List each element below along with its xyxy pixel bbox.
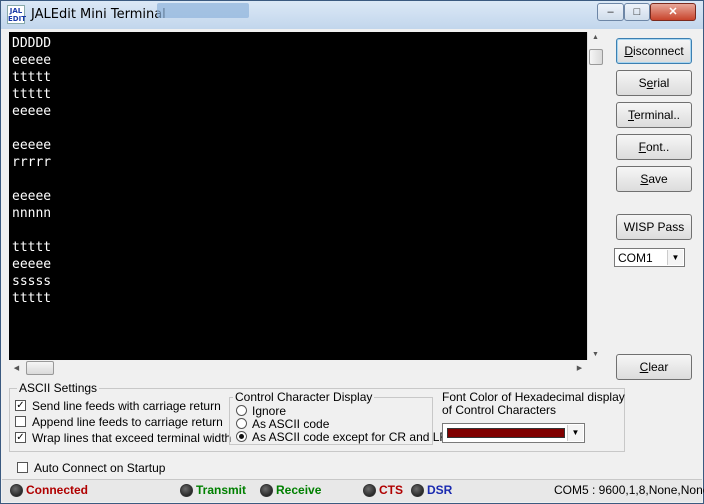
wrap-lines-label: Wrap lines that exceed terminal width	[32, 431, 232, 445]
font-label-accel: F	[638, 140, 646, 154]
close-button[interactable]: ✕	[650, 3, 696, 21]
app-icon-line1: JAL	[9, 7, 23, 15]
send-lf-with-cr-checkbox[interactable]: ✓	[15, 400, 26, 411]
disconnect-label-post: isconnect	[632, 44, 684, 58]
color-swatch	[447, 428, 565, 438]
vertical-scrollbar[interactable]: ▲ ▼	[587, 32, 604, 360]
cts-status: CTS	[379, 483, 403, 497]
clear-button[interactable]: Clear	[616, 354, 692, 380]
transmit-status: Transmit	[196, 483, 247, 497]
checkmark-icon: ✓	[16, 400, 25, 411]
ignore-radio[interactable]	[236, 405, 247, 416]
cts-led-icon	[363, 484, 376, 497]
font-button[interactable]: Font..	[616, 134, 692, 160]
hex-font-color-select[interactable]: ▼	[442, 423, 585, 443]
terminal-lines: DDDDD eeeee ttttt ttttt eeeee eeeee rrrr…	[12, 36, 52, 306]
com-port-value: COM1	[618, 251, 653, 265]
serial-settings-label-pre: S	[638, 76, 647, 90]
scroll-down-arrow-icon[interactable]: ▼	[588, 351, 603, 358]
title-bar[interactable]: JAL EDIT JALEdit Mini Terminal – □ ✕	[1, 1, 703, 29]
window-title: JALEdit Mini Terminal	[31, 7, 166, 22]
ascii-settings-title: ASCII Settings	[17, 381, 100, 395]
ignore-label: Ignore	[252, 404, 287, 418]
wisp-pass-label: WISP Pass	[623, 220, 685, 234]
hex-font-color-title-1: Font Color of Hexadecimal display	[442, 390, 625, 404]
auto-connect-checkbox[interactable]	[17, 462, 28, 473]
terminal-label-post: erminal..	[633, 108, 680, 122]
dsr-led-icon	[411, 484, 424, 497]
maximize-button[interactable]: □	[624, 3, 650, 21]
receive-led-icon	[260, 484, 273, 497]
auto-connect-label: Auto Connect on Startup	[34, 461, 166, 475]
horizontal-scrollbar[interactable]: ◀ ▶	[9, 360, 587, 377]
terminal-button[interactable]: Terminal..	[616, 102, 692, 128]
as-ascii-code-label: As ASCII code	[252, 417, 330, 431]
font-label-post: ont..	[645, 140, 670, 154]
transmit-led-icon	[180, 484, 193, 497]
append-lf-to-cr-label: Append line feeds to carriage return	[32, 415, 223, 429]
minimize-button[interactable]: –	[597, 3, 624, 21]
com-port-select[interactable]: COM1 ▼	[614, 248, 685, 267]
status-bar: Connected Transmit Receive CTS DSR COM5 …	[2, 479, 704, 502]
background-window-tab	[157, 3, 249, 18]
connected-led-icon	[10, 484, 23, 497]
dsr-status: DSR	[427, 483, 453, 497]
scroll-up-arrow-icon[interactable]: ▲	[588, 34, 603, 41]
minimize-icon: –	[607, 6, 614, 18]
chevron-down-icon[interactable]: ▼	[567, 425, 583, 441]
connected-status: Connected	[26, 483, 89, 497]
control-char-title: Control Character Display	[233, 390, 375, 404]
maximize-icon: □	[633, 6, 641, 18]
disconnect-button[interactable]: Disconnect	[616, 38, 692, 64]
disconnect-label-accel: D	[624, 44, 633, 58]
receive-status: Receive	[276, 483, 322, 497]
terminal-output[interactable]: DDDDD eeeee ttttt ttttt eeeee eeeee rrrr…	[9, 32, 587, 360]
chevron-down-icon[interactable]: ▼	[667, 250, 683, 265]
save-button[interactable]: Save	[616, 166, 692, 192]
port-info: COM5 : 9600,1,8,None,None	[554, 483, 704, 497]
jaledit-app-icon: JAL EDIT	[7, 5, 26, 24]
close-icon: ✕	[668, 6, 678, 18]
append-lf-to-cr-checkbox[interactable]	[15, 416, 26, 427]
scroll-left-arrow-icon[interactable]: ◀	[9, 364, 24, 372]
save-label-post: ave	[648, 172, 668, 186]
checkmark-icon: ✓	[16, 432, 25, 443]
scroll-corner	[587, 360, 604, 377]
scroll-right-arrow-icon[interactable]: ▶	[572, 364, 587, 372]
wisp-pass-button[interactable]: WISP Pass	[616, 214, 692, 240]
main-window: JAL EDIT JALEdit Mini Terminal – □ ✕ DDD…	[0, 0, 704, 504]
as-ascii-except-crlf-label: As ASCII code except for CR and LF	[252, 430, 447, 444]
vertical-scroll-thumb[interactable]	[589, 49, 603, 65]
hex-font-color-title-2: of Control Characters	[442, 403, 557, 417]
send-lf-with-cr-label: Send line feeds with carriage return	[32, 399, 221, 413]
horizontal-scroll-thumb[interactable]	[26, 361, 54, 375]
app-icon-line2: EDIT	[8, 15, 26, 23]
as-ascii-code-radio[interactable]	[236, 418, 247, 429]
as-ascii-except-crlf-radio[interactable]	[236, 431, 247, 442]
serial-settings-button[interactable]: Serial Settings.	[616, 70, 692, 114]
clear-label-post: lear	[648, 360, 669, 374]
wrap-lines-checkbox[interactable]: ✓	[15, 432, 26, 443]
